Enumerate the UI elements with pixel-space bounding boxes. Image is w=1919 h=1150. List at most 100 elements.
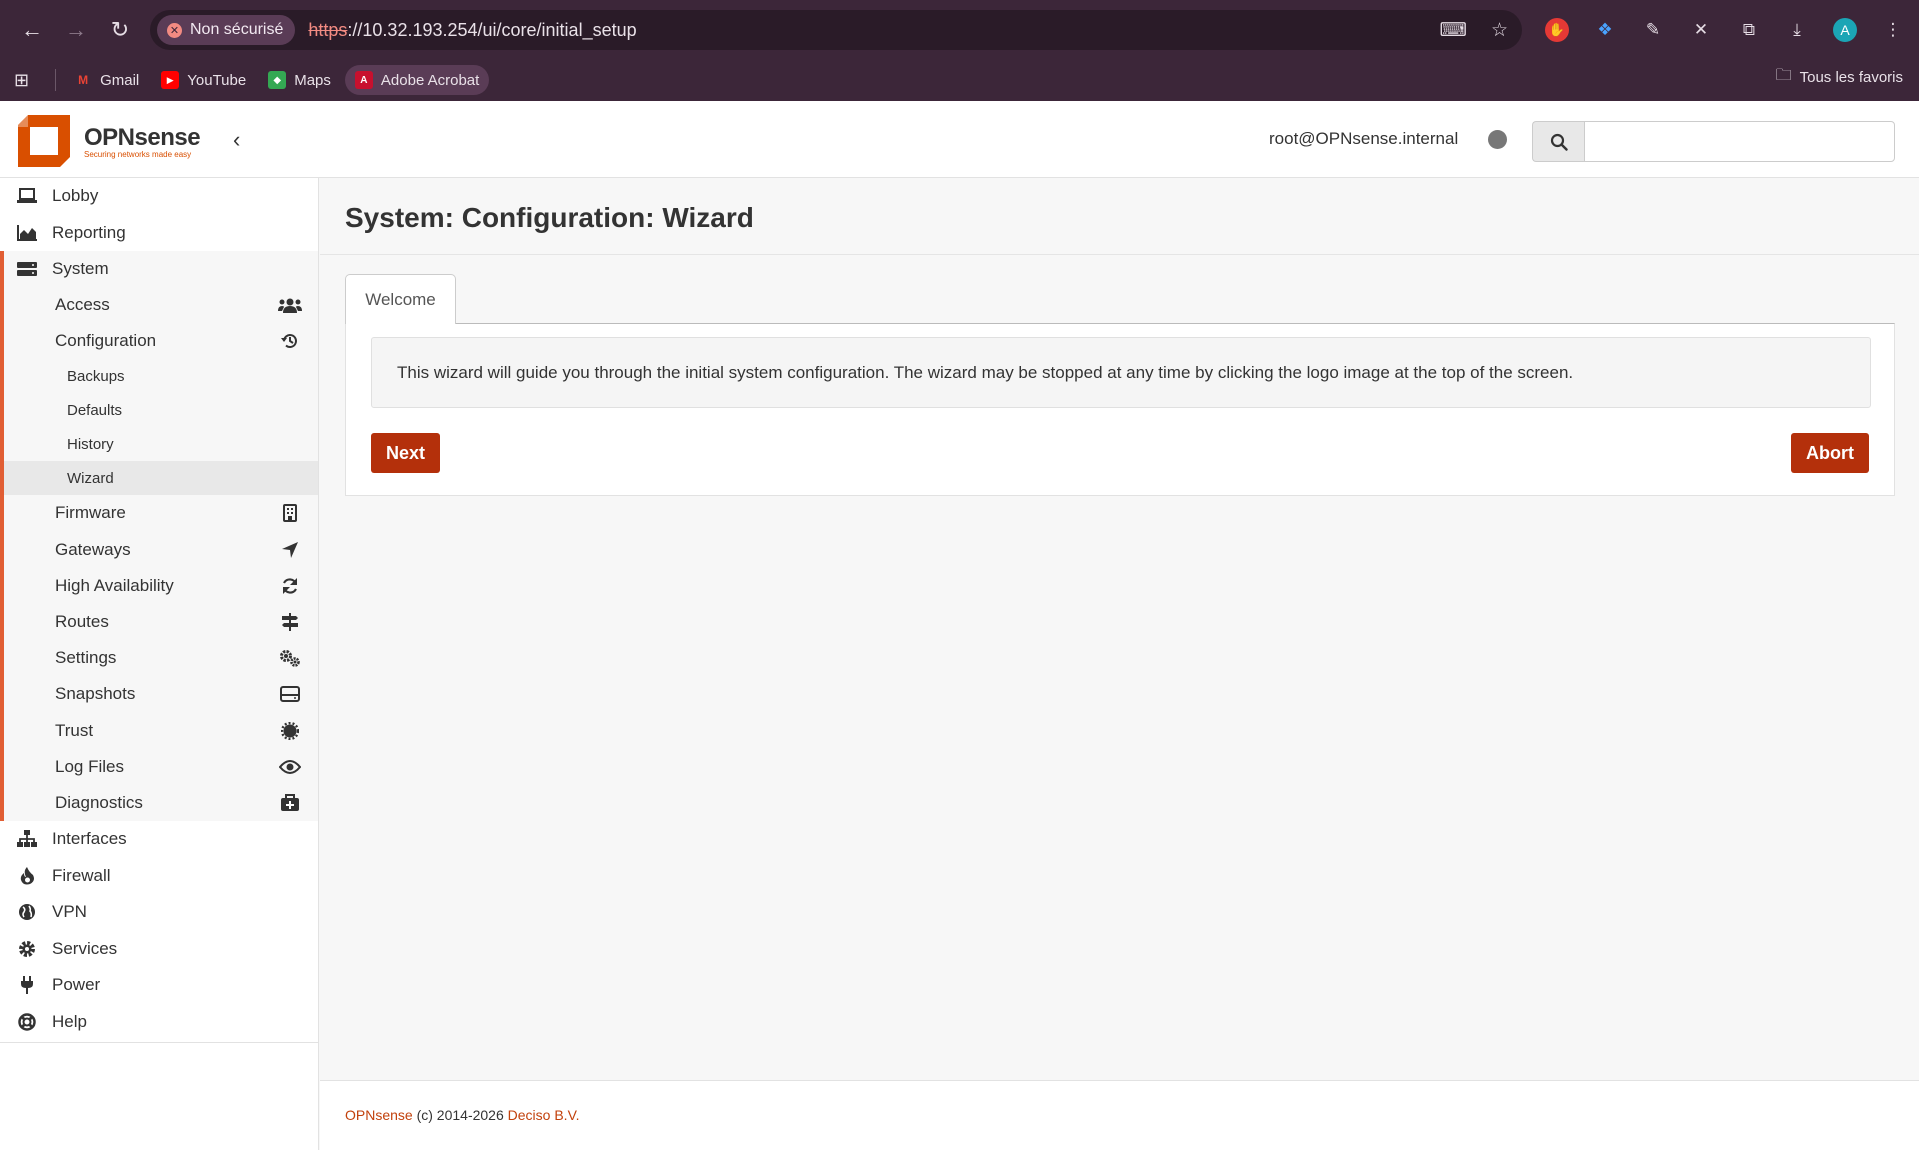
bookmark-youtube[interactable]: ▶ YouTube — [161, 65, 246, 95]
address-bar[interactable]: ✕ Non sécurisé https://10.32.193.254/ui/… — [150, 10, 1522, 50]
sidebar-item-defaults[interactable]: Defaults — [4, 393, 318, 427]
url-text[interactable]: https://10.32.193.254/ui/core/initial_se… — [308, 20, 636, 41]
gmail-icon: M — [78, 73, 89, 87]
bookmark-label: YouTube — [187, 71, 247, 89]
all-favorites[interactable]: 🗀 Tous les favoris — [1776, 62, 1903, 92]
abort-button[interactable]: Abort — [1791, 433, 1869, 473]
footer-brand-link[interactable]: OPNsense — [345, 1107, 413, 1123]
brand-tagline: Securing networks made easy — [84, 149, 192, 159]
sidebar-group-system: System Access Configuration Backups Defa… — [0, 251, 318, 822]
next-button[interactable]: Next — [371, 433, 441, 473]
sidebar-item-firmware[interactable]: Firmware — [4, 495, 318, 531]
sidebar-item-settings[interactable]: Settings — [4, 640, 318, 676]
sidebar-item-history[interactable]: History — [4, 427, 318, 461]
sidebar-item-label: System — [52, 259, 109, 278]
sidebar-item-gateways[interactable]: Gateways — [4, 532, 318, 568]
footer: OPNsense (c) 2014-2026 Deciso B.V. — [345, 1107, 580, 1123]
fire-icon — [16, 866, 38, 885]
download-icon[interactable]: ⤓ — [1785, 18, 1809, 42]
star-icon[interactable]: ☆ — [1491, 19, 1508, 42]
sidebar-item-wizard[interactable]: Wizard — [4, 461, 318, 496]
opnsense-logo[interactable]: OPNsense Securing networks made easy — [14, 111, 201, 171]
brand-name: OPNsense — [84, 123, 201, 151]
sidebar: Lobby Reporting System Access Configurat… — [0, 178, 319, 1150]
back-button[interactable]: ← — [14, 12, 50, 48]
sidebar-item-log-files[interactable]: Log Files — [4, 749, 318, 785]
x-extension-icon[interactable]: ✕ — [1689, 18, 1713, 42]
sitemap-icon — [16, 830, 38, 848]
sidebar-item-label: Trust — [55, 720, 94, 740]
sidebar-item-label: Access — [55, 295, 110, 315]
sidebar-divider — [0, 1042, 319, 1043]
sidebar-item-interfaces[interactable]: Interfaces — [0, 821, 318, 858]
bookmarks-bar: ⊞ M Gmail ▶ YouTube ◆ Maps A Adobe Acrobat — [0, 59, 1919, 101]
search-button[interactable] — [1532, 121, 1584, 162]
adblock-extension-icon[interactable]: ✋ — [1545, 18, 1569, 42]
page-title: System: Configuration: Wizard — [345, 202, 754, 233]
sidebar-item-snapshots[interactable]: Snapshots — [4, 676, 318, 712]
folder-icon: 🗀 — [1775, 66, 1792, 84]
sidebar-item-trust[interactable]: Trust — [4, 713, 318, 749]
sidebar-item-routes[interactable]: Routes — [4, 604, 318, 640]
sidebar-item-system[interactable]: System — [4, 251, 318, 287]
laptop-icon — [16, 188, 38, 204]
menu-kebab-icon[interactable]: ⋮ — [1881, 18, 1905, 42]
bookmark-gmail[interactable]: M Gmail — [74, 65, 139, 95]
sidebar-item-label: Firewall — [52, 865, 111, 885]
collapse-sidebar-icon[interactable]: ‹ — [233, 127, 240, 153]
building-icon — [278, 504, 302, 523]
sidebar-item-services[interactable]: Services — [0, 931, 318, 968]
bookmark-maps[interactable]: ◆ Maps — [268, 65, 331, 95]
medkit-icon — [278, 793, 302, 812]
sidebar-item-label: Services — [52, 938, 118, 958]
apps-grid-icon[interactable]: ⊞ — [14, 65, 29, 95]
search-icon — [1550, 133, 1568, 151]
extensions-icon[interactable]: ⧉ — [1737, 18, 1761, 42]
sidebar-item-label: Gateways — [55, 539, 131, 559]
sidebar-item-label: High Availability — [55, 575, 174, 595]
user-name[interactable]: root@OPNsense.internal — [1269, 129, 1458, 149]
security-chip[interactable]: ✕ Non sécurisé — [157, 15, 296, 45]
pen-extension-icon[interactable]: ✎ — [1641, 18, 1665, 42]
profile-avatar[interactable]: A — [1833, 18, 1857, 42]
sidebar-item-access[interactable]: Access — [4, 287, 318, 323]
refresh-icon — [278, 577, 302, 595]
sidebar-item-power[interactable]: Power — [0, 967, 318, 1004]
app-header: OPNsense Securing networks made easy ‹ r… — [0, 101, 1919, 178]
title-divider — [320, 254, 1919, 255]
logo-mark — [14, 111, 74, 171]
sidebar-item-configuration[interactable]: Configuration — [4, 323, 318, 359]
sidebar-item-label: Firmware — [55, 503, 126, 523]
bookmark-adobe-acrobat[interactable]: A Adobe Acrobat — [344, 65, 490, 95]
search-input[interactable] — [1584, 121, 1895, 162]
eye-icon — [278, 759, 302, 775]
sidebar-item-vpn[interactable]: VPN — [0, 894, 318, 931]
sidebar-item-help[interactable]: Help — [0, 1004, 318, 1041]
sidebar-item-label: Wizard — [67, 469, 114, 487]
sidebar-item-firewall[interactable]: Firewall — [0, 858, 318, 895]
browser-chrome: ← → ↻ ✕ Non sécurisé https://10.32.193.2… — [0, 0, 1919, 101]
forward-button[interactable]: → — [58, 12, 94, 48]
status-indicator[interactable] — [1488, 130, 1507, 149]
sidebar-item-high-availability[interactable]: High Availability — [4, 568, 318, 604]
life-ring-icon — [16, 1013, 38, 1031]
sidebar-item-label: Snapshots — [55, 684, 136, 704]
globe-icon — [16, 903, 38, 921]
sidebar-item-label: Power — [52, 975, 101, 995]
footer-company-link[interactable]: Deciso B.V. — [508, 1107, 580, 1123]
sidebar-item-label: Defaults — [67, 401, 123, 419]
warning-icon: ✕ — [167, 22, 182, 38]
reload-button[interactable]: ↻ — [102, 12, 138, 48]
sidebar-item-reporting[interactable]: Reporting — [0, 214, 318, 251]
translate-icon[interactable]: ⌨ — [1440, 19, 1467, 42]
plug-icon — [16, 976, 38, 995]
sidebar-item-label: VPN — [52, 902, 87, 922]
cog-icon — [16, 940, 38, 958]
sidebar-item-label: History — [67, 435, 114, 453]
puzzle-extension-icon[interactable]: ❖ — [1593, 18, 1617, 42]
tab-welcome[interactable]: Welcome — [345, 274, 456, 324]
wizard-panel: This wizard will guide you through the i… — [345, 323, 1895, 496]
sidebar-item-lobby[interactable]: Lobby — [0, 178, 318, 214]
sidebar-item-backups[interactable]: Backups — [4, 359, 318, 393]
sidebar-item-diagnostics[interactable]: Diagnostics — [4, 785, 318, 821]
